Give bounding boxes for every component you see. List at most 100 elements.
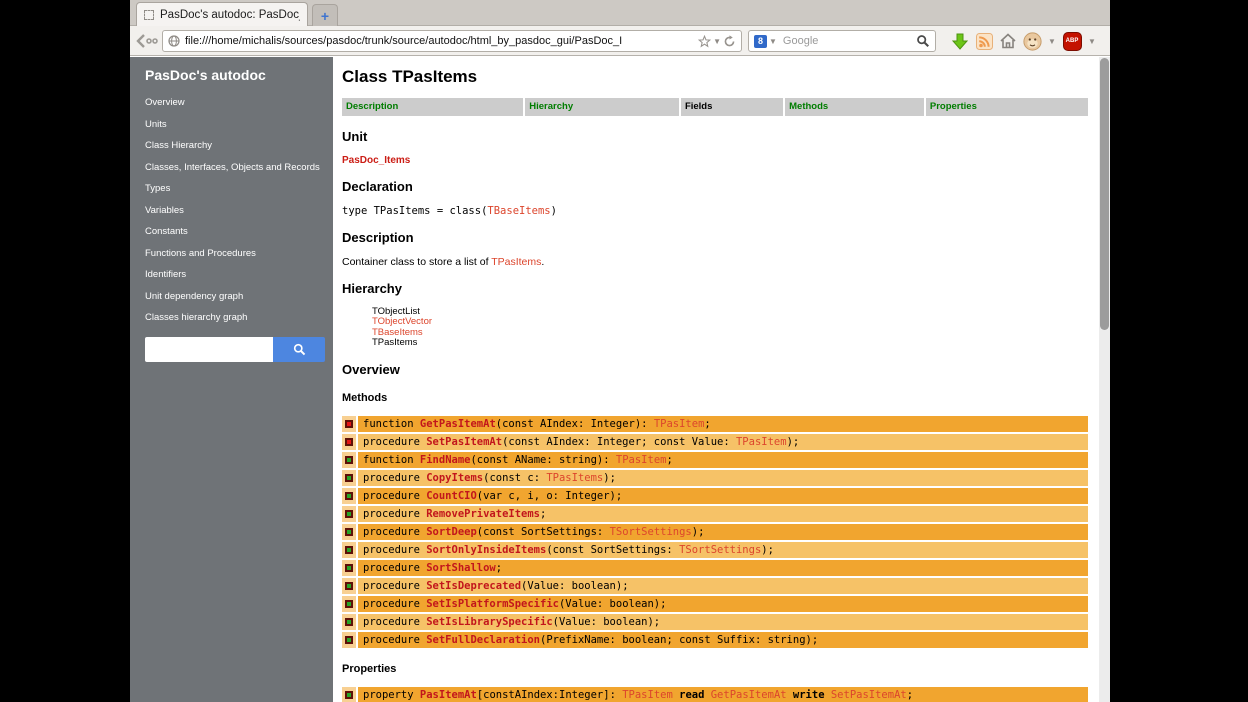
public-visibility-icon: [342, 488, 356, 504]
code-text: type TPasItems = class(: [342, 205, 487, 217]
tab-pasdoc-autodoc[interactable]: PasDoc's autodoc: PasDoc_I...: [136, 2, 308, 26]
identifier-link[interactable]: PasItemAt: [420, 689, 477, 701]
identifier-link[interactable]: SetIsPlatformSpecific: [426, 598, 559, 610]
type-link[interactable]: TBaseItems: [487, 205, 550, 217]
sidebar-search-input[interactable]: [145, 337, 273, 362]
code-text: procedure: [363, 580, 426, 592]
browser-window: PasDoc's autodoc: PasDoc_I... + file:///…: [130, 0, 1110, 702]
code-text: .: [541, 256, 544, 268]
section-tab-properties[interactable]: Properties: [926, 98, 1088, 116]
signature-code: procedure CopyItems(const c: TPasItems);: [358, 470, 1088, 486]
code-text: Container class to store a list of: [342, 256, 491, 268]
page-scrollbar[interactable]: [1099, 57, 1110, 702]
identifier-link[interactable]: SortDeep: [426, 526, 477, 538]
search-magnifier-icon[interactable]: [916, 34, 930, 48]
code-text: ;: [666, 454, 672, 466]
identifier-link[interactable]: SortOnlyInsideItems: [426, 544, 546, 556]
type-link[interactable]: GetPasItemAt: [711, 689, 787, 701]
code-text: procedure: [363, 490, 426, 502]
sidebar-item-overview[interactable]: Overview: [145, 97, 333, 108]
sidebar-item-functions-and-procedures[interactable]: Functions and Procedures: [145, 248, 333, 259]
sidebar-search-button[interactable]: [273, 337, 325, 362]
download-icon[interactable]: [948, 30, 972, 52]
hierarchy-item-tbaseitems[interactable]: TBaseItems: [372, 328, 1088, 338]
sidebar-item-classes-hierarchy-graph[interactable]: Classes hierarchy graph: [145, 312, 333, 323]
addon-dropdown-chevron-icon[interactable]: ▼: [1046, 30, 1058, 52]
identifier-link[interactable]: SortShallow: [426, 562, 496, 574]
identifier-link[interactable]: CountCIO: [426, 490, 477, 502]
engine-dropdown-chevron-icon[interactable]: ▼: [769, 37, 777, 46]
type-link[interactable]: TSortSettings: [610, 526, 692, 538]
method-row: procedure SetIsPlatformSpecific(Value: b…: [342, 596, 1088, 612]
sidebar-item-unit-dependency-graph[interactable]: Unit dependency graph: [145, 291, 333, 302]
sidebar-item-class-hierarchy[interactable]: Class Hierarchy: [145, 140, 333, 151]
code-text: procedure: [363, 508, 426, 520]
identifier-link[interactable]: FindName: [420, 454, 471, 466]
google-engine-icon[interactable]: 8: [754, 35, 767, 48]
identifier-link[interactable]: SetIsLibrarySpecific: [426, 616, 552, 628]
identifier-link[interactable]: CopyItems: [426, 472, 483, 484]
signature-code: procedure CountCIO(var c, i, o: Integer)…: [358, 488, 1088, 504]
section-tab-hierarchy[interactable]: Hierarchy: [525, 98, 679, 116]
type-link[interactable]: TPasItem: [654, 418, 705, 430]
code-text: function: [363, 454, 420, 466]
type-link[interactable]: TPasItem: [616, 454, 667, 466]
type-link[interactable]: TSortSettings: [679, 544, 761, 556]
type-link[interactable]: TPasItems: [491, 256, 541, 268]
tab-bar: PasDoc's autodoc: PasDoc_I... +: [130, 0, 1110, 26]
page-favicon-icon: [144, 10, 154, 20]
url-bar[interactable]: file:///home/michalis/sources/pasdoc/tru…: [162, 30, 742, 52]
unit-link[interactable]: PasDoc_Items: [342, 155, 1088, 166]
type-link[interactable]: TPasItems: [546, 472, 603, 484]
hierarchy-item-tobjectvector[interactable]: TObjectVector: [372, 317, 1088, 327]
section-tab-methods[interactable]: Methods: [785, 98, 924, 116]
sidebar-item-variables[interactable]: Variables: [145, 205, 333, 216]
page-title: Class TPasItems: [342, 67, 1088, 87]
search-placeholder[interactable]: Google: [783, 35, 916, 47]
section-tab-fields: Fields: [681, 98, 783, 116]
url-text[interactable]: file:///home/michalis/sources/pasdoc/tru…: [185, 35, 698, 47]
methods-heading: Methods: [342, 392, 1088, 404]
identifier-link[interactable]: RemovePrivateItems: [426, 508, 540, 520]
public-marker-icon: [345, 546, 353, 554]
method-row: procedure CountCIO(var c, i, o: Integer)…: [342, 488, 1088, 504]
sidebar-item-units[interactable]: Units: [145, 119, 333, 130]
search-bar[interactable]: 8 ▼ Google: [748, 30, 936, 52]
type-link[interactable]: TPasItem: [736, 436, 787, 448]
protected-visibility-icon: [342, 416, 356, 432]
public-visibility-icon: [342, 452, 356, 468]
home-icon[interactable]: [996, 30, 1020, 52]
rss-feed-icon[interactable]: [972, 30, 996, 52]
scrollbar-thumb[interactable]: [1100, 58, 1109, 330]
sidebar-item-constants[interactable]: Constants: [145, 226, 333, 237]
sidebar-item-identifiers[interactable]: Identifiers: [145, 269, 333, 280]
identifier-link[interactable]: SetFullDeclaration: [426, 634, 540, 646]
code-text: );: [761, 544, 774, 556]
adblock-icon[interactable]: ABP: [1060, 30, 1084, 52]
sidebar-item-classes-interfaces-objects-and-records[interactable]: Classes, Interfaces, Objects and Records: [145, 162, 333, 173]
sidebar-item-types[interactable]: Types: [145, 183, 333, 194]
url-dropdown-chevron-icon[interactable]: ▼: [713, 37, 721, 46]
code-text: procedure: [363, 544, 426, 556]
addon-monkey-icon[interactable]: [1020, 30, 1044, 52]
sidebar: PasDoc's autodoc OverviewUnitsClass Hier…: [130, 57, 333, 702]
public-visibility-icon: [342, 560, 356, 576]
sidebar-nav: Overview Units Class Hierarchy Classes, Int…: [145, 97, 333, 323]
adblock-dropdown-chevron-icon[interactable]: ▼: [1086, 30, 1098, 52]
method-row: procedure SetIsDeprecated(Value: boolean…: [342, 578, 1088, 594]
bookmark-star-icon[interactable]: [698, 35, 711, 48]
identifier-link[interactable]: SetIsDeprecated: [426, 580, 521, 592]
type-link[interactable]: TPasItem: [622, 689, 673, 701]
back-button[interactable]: [132, 29, 160, 53]
new-tab-button[interactable]: +: [312, 4, 338, 26]
type-link[interactable]: SetPasItemAt: [831, 689, 907, 701]
reload-icon[interactable]: [723, 35, 736, 48]
public-marker-icon: [345, 492, 353, 500]
code-text: ;: [704, 418, 710, 430]
description-text: Container class to store a list of TPasI…: [342, 256, 1088, 268]
identifier-link[interactable]: SetPasItemAt: [426, 436, 502, 448]
section-tab-description[interactable]: Description: [342, 98, 523, 116]
public-visibility-icon: [342, 470, 356, 486]
code-text: ;: [907, 689, 913, 701]
identifier-link[interactable]: GetPasItemAt: [420, 418, 496, 430]
